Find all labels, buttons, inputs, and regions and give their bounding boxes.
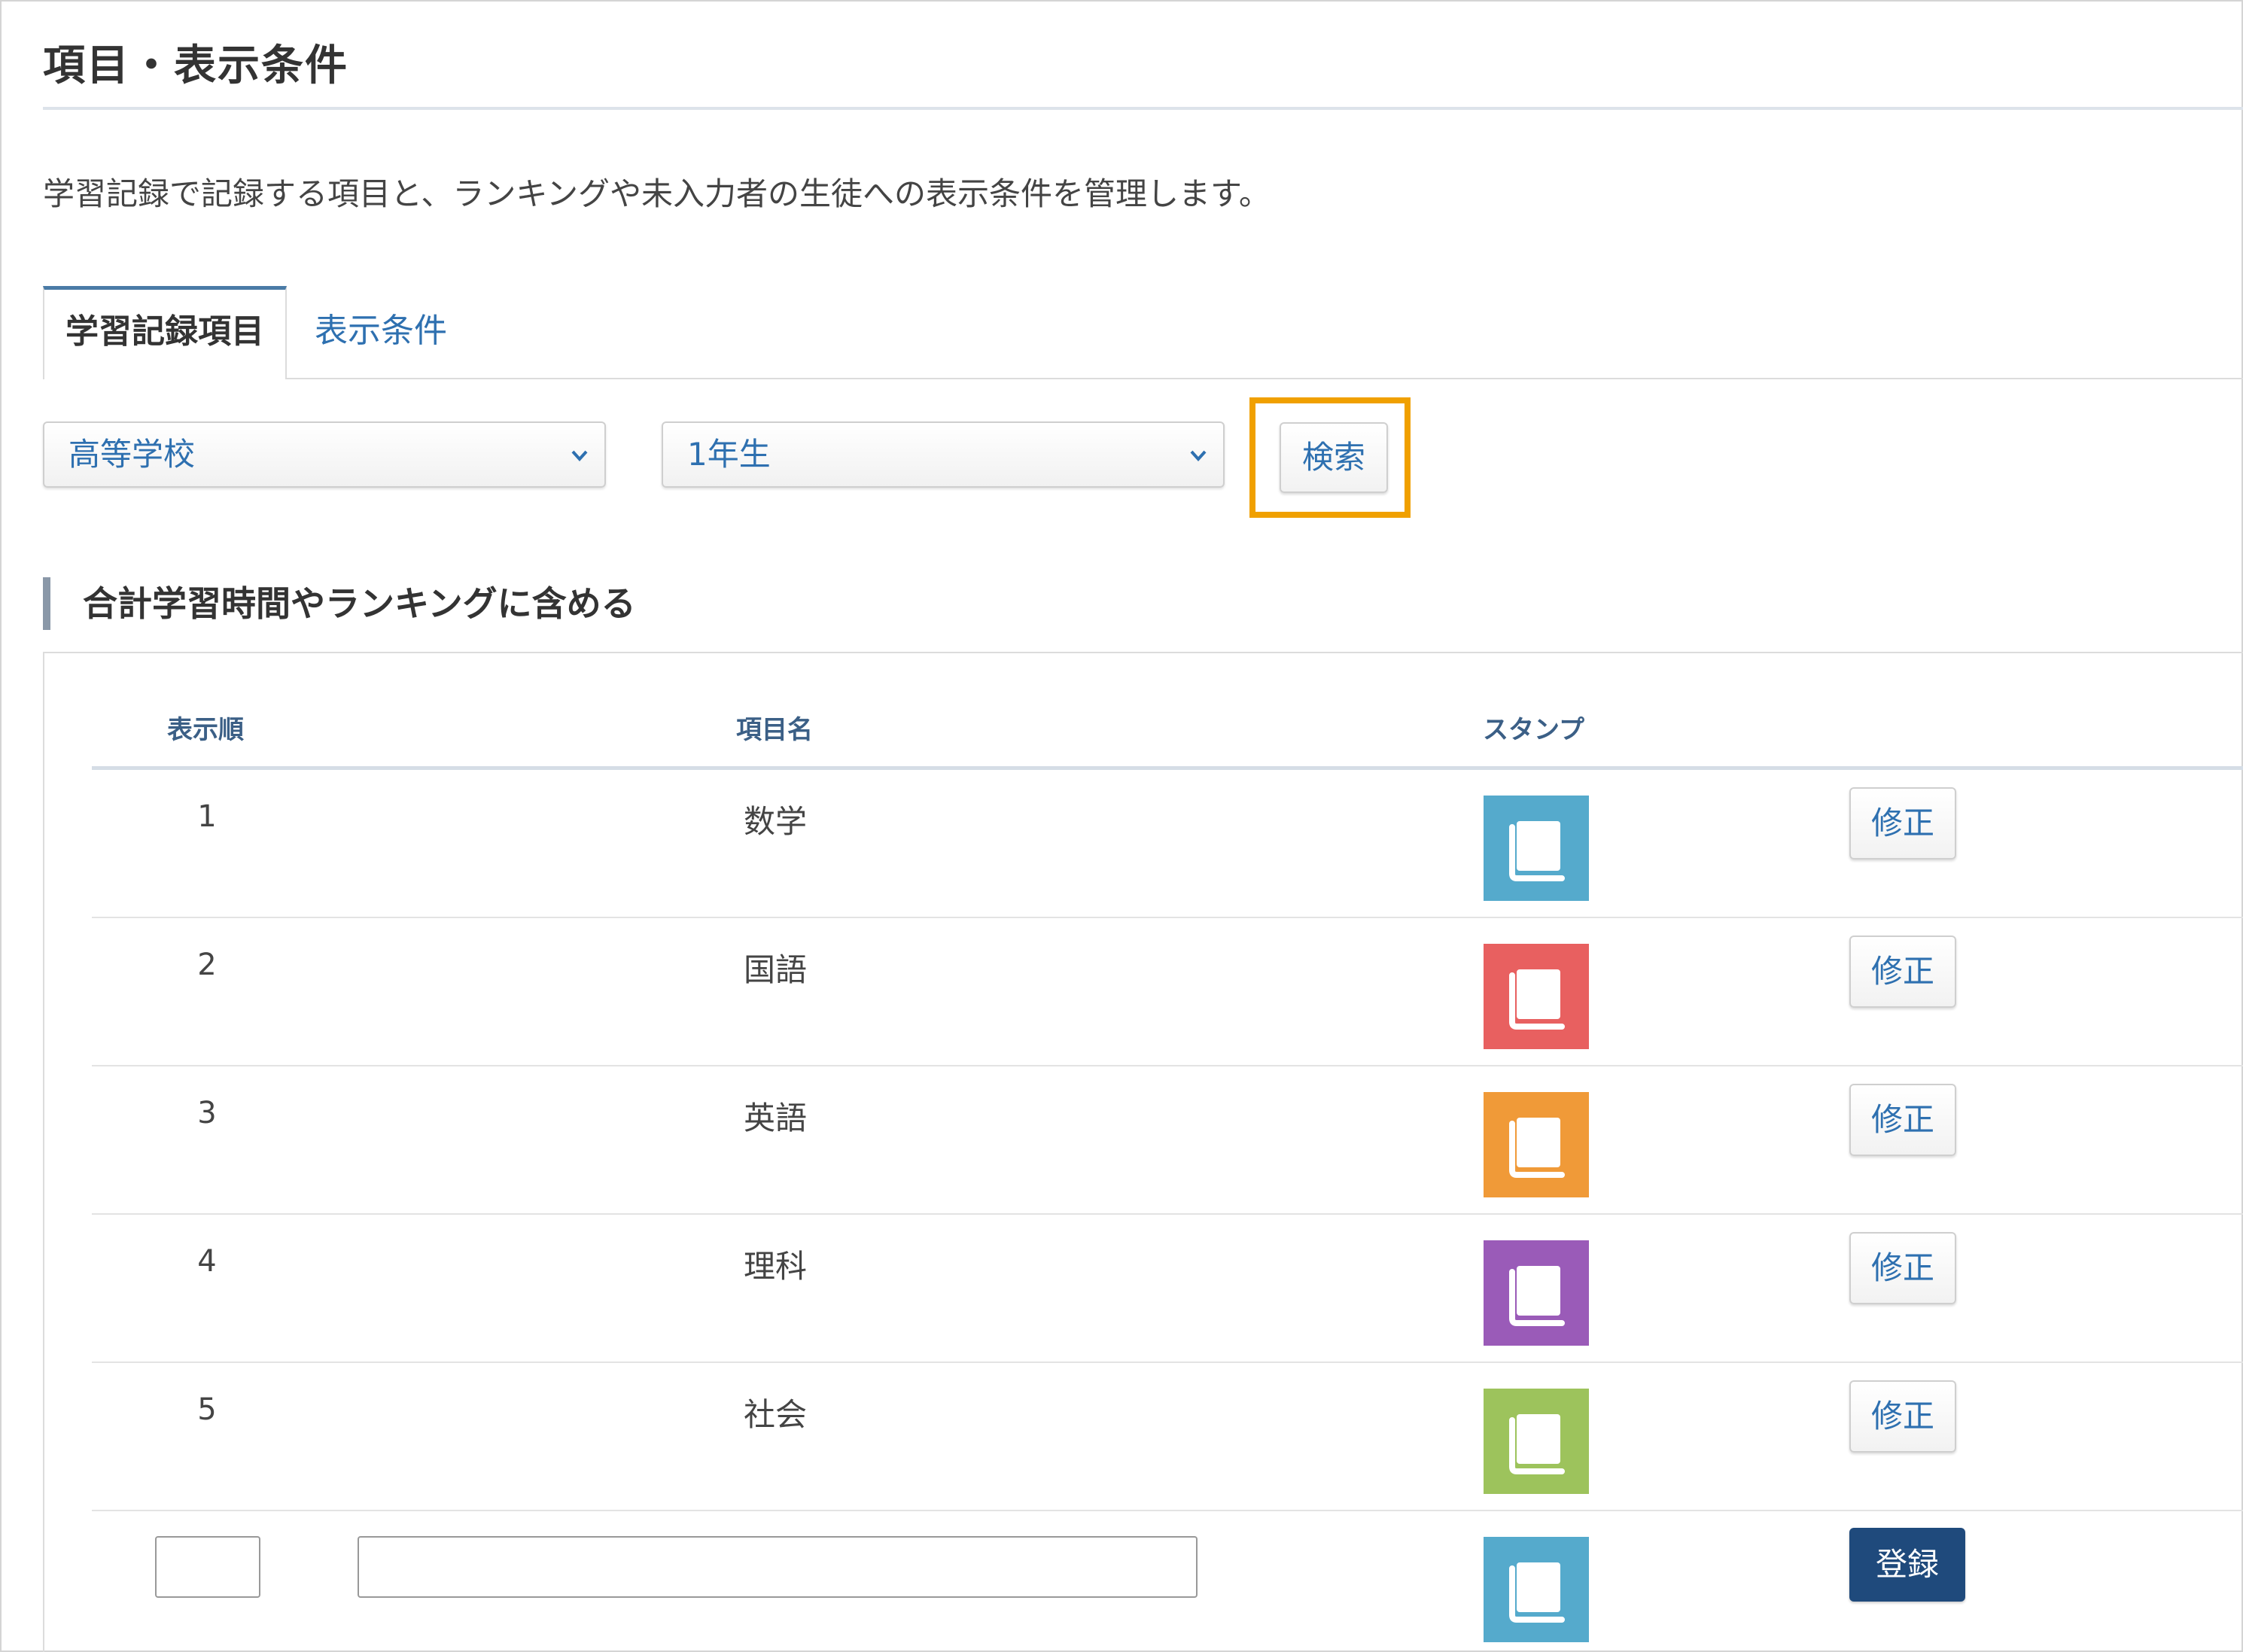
row-divider <box>92 1510 2243 1511</box>
row-divider <box>92 1065 2243 1066</box>
section-accent-bar <box>43 577 50 630</box>
row-name: 英語 <box>744 1100 808 1136</box>
new-order-input[interactable] <box>155 1536 260 1598</box>
new-name-input[interactable] <box>358 1536 1198 1598</box>
row-name: 国語 <box>744 951 808 988</box>
header-order: 表示順 <box>167 715 244 745</box>
tab-study-items[interactable]: 学習記録項目 <box>43 286 287 379</box>
row-order: 5 <box>197 1392 217 1427</box>
school-select[interactable]: 高等学校 <box>43 421 606 488</box>
search-button[interactable]: 検索 <box>1280 422 1388 493</box>
book-icon <box>1484 796 1589 901</box>
edit-button[interactable]: 修正 <box>1849 936 1956 1008</box>
stamp-book-icon[interactable] <box>1484 1092 1589 1197</box>
title-divider <box>43 107 2243 110</box>
grade-select-value: 1年生 <box>687 436 771 473</box>
book-icon <box>1484 1537 1589 1642</box>
chevron-down-icon <box>1190 450 1207 461</box>
row-name: 理科 <box>744 1248 808 1285</box>
edit-button[interactable]: 修正 <box>1849 1232 1956 1304</box>
header-stamp: スタンプ <box>1483 715 1584 745</box>
book-icon <box>1484 944 1589 1049</box>
page-description: 学習記録で記録する項目と、ランキングや未入力者の生徒への表示条件を管理します。 <box>43 175 1271 212</box>
edit-button[interactable]: 修正 <box>1849 1380 1956 1453</box>
chevron-down-icon <box>571 450 588 461</box>
row-divider <box>92 1213 2243 1215</box>
book-icon <box>1484 1092 1589 1197</box>
row-order: 3 <box>197 1096 217 1130</box>
book-icon <box>1484 1389 1589 1494</box>
row-order: 1 <box>197 799 217 834</box>
stamp-book-icon[interactable] <box>1484 1389 1589 1494</box>
stamp-book-icon[interactable] <box>1484 1240 1589 1346</box>
page-title: 項目・表示条件 <box>43 41 348 90</box>
stamp-book-icon[interactable] <box>1484 796 1589 901</box>
stamp-book-icon[interactable] <box>1484 1537 1589 1642</box>
grade-select[interactable]: 1年生 <box>662 421 1225 488</box>
section-title: 合計学習時間やランキングに含める <box>83 583 636 624</box>
row-order: 2 <box>197 948 217 982</box>
table-header-divider <box>92 766 2243 770</box>
tabs-divider <box>43 378 2243 379</box>
edit-button[interactable]: 修正 <box>1849 787 1956 859</box>
row-divider <box>92 1361 2243 1363</box>
book-icon <box>1484 1240 1589 1346</box>
register-button[interactable]: 登録 <box>1849 1528 1965 1602</box>
row-divider <box>92 917 2243 918</box>
row-name: 数学 <box>744 803 808 840</box>
row-name: 社会 <box>744 1396 808 1433</box>
tab-display-conditions[interactable]: 表示条件 <box>315 286 447 376</box>
edit-button[interactable]: 修正 <box>1849 1084 1956 1156</box>
row-order: 4 <box>197 1244 217 1279</box>
header-name: 項目名 <box>736 715 813 745</box>
stamp-book-icon[interactable] <box>1484 944 1589 1049</box>
school-select-value: 高等学校 <box>68 436 196 473</box>
